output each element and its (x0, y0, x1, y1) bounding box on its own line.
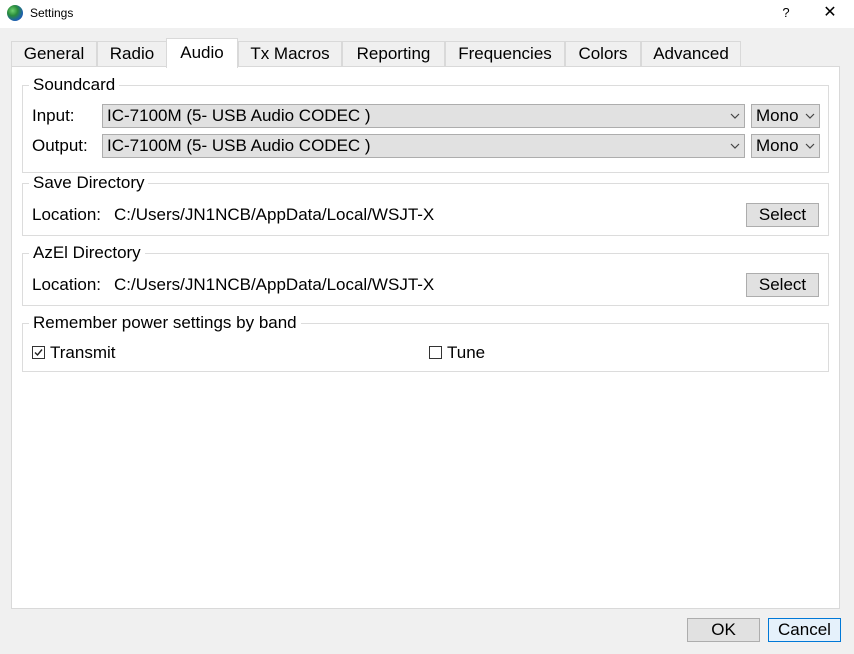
title-bar: Settings ? ✕ (0, 0, 854, 28)
chevron-down-icon (730, 143, 740, 149)
azel-directory-group: AzEl Directory Location: C:/Users/JN1NCB… (22, 243, 829, 306)
output-channel-value: Mono (756, 136, 799, 155)
tab-audio[interactable]: Audio (166, 38, 238, 68)
tab-colors[interactable]: Colors (565, 41, 641, 67)
tab-reporting[interactable]: Reporting (342, 41, 445, 67)
input-device-select[interactable]: IC-7100M (5- USB Audio CODEC ) (102, 104, 745, 128)
app-globe-icon (7, 5, 23, 21)
power-settings-group: Remember power settings by band Transmit… (22, 313, 829, 372)
soundcard-group: Soundcard Input: IC-7100M (5- USB Audio … (22, 75, 829, 173)
output-device-value: IC-7100M (5- USB Audio CODEC ) (107, 136, 371, 155)
azel-directory-select-button[interactable]: Select (746, 273, 819, 297)
help-button[interactable]: ? (772, 2, 800, 24)
soundcard-group-title: Soundcard (29, 75, 120, 95)
tab-advanced[interactable]: Advanced (641, 41, 741, 67)
azel-location-path: C:/Users/JN1NCB/AppData/Local/WSJT-X (114, 275, 435, 294)
tab-radio[interactable]: Radio (97, 41, 167, 67)
chevron-down-icon (805, 143, 815, 149)
tab-tx-macros[interactable]: Tx Macros (238, 41, 342, 67)
chevron-down-icon (730, 113, 740, 119)
tab-frequencies[interactable]: Frequencies (445, 41, 565, 67)
tune-label[interactable]: Tune (447, 342, 485, 364)
input-channel-select[interactable]: Mono (751, 104, 820, 128)
tab-general[interactable]: General (11, 41, 97, 67)
azel-directory-group-title: AzEl Directory (29, 243, 145, 263)
output-channel-select[interactable]: Mono (751, 134, 820, 158)
azel-location-label: Location: (32, 275, 101, 294)
ok-button[interactable]: OK (687, 618, 760, 642)
input-label: Input: (32, 106, 75, 125)
save-directory-select-button[interactable]: Select (746, 203, 819, 227)
save-directory-group-title: Save Directory (29, 173, 149, 193)
input-device-value: IC-7100M (5- USB Audio CODEC ) (107, 106, 371, 125)
transmit-label[interactable]: Transmit (50, 342, 116, 364)
chevron-down-icon (805, 113, 815, 119)
save-location-path: C:/Users/JN1NCB/AppData/Local/WSJT-X (114, 205, 435, 224)
save-directory-group: Save Directory Location: C:/Users/JN1NCB… (22, 173, 829, 236)
save-location-label: Location: (32, 205, 101, 224)
input-channel-value: Mono (756, 106, 799, 125)
transmit-checkbox[interactable] (32, 346, 45, 359)
cancel-button[interactable]: Cancel (768, 618, 841, 642)
window-title: Settings (30, 6, 74, 20)
tune-checkbox[interactable] (429, 346, 442, 359)
checkmark-icon (34, 349, 43, 357)
power-settings-group-title: Remember power settings by band (29, 313, 301, 333)
close-button[interactable]: ✕ (814, 2, 846, 24)
audio-tab-panel: Soundcard Input: IC-7100M (5- USB Audio … (11, 66, 840, 609)
output-device-select[interactable]: IC-7100M (5- USB Audio CODEC ) (102, 134, 745, 158)
output-label: Output: (32, 136, 88, 155)
